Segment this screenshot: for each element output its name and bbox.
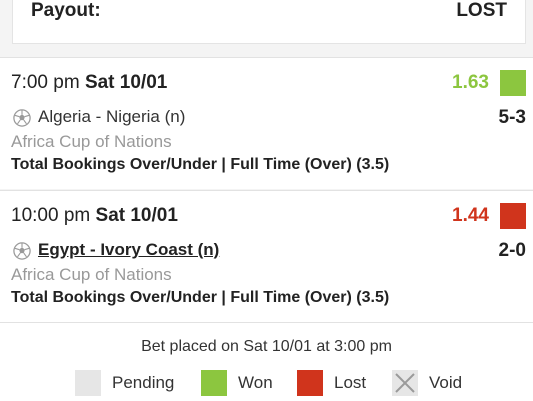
won-status-indicator [500,70,526,96]
competition-name: Africa Cup of Nations [11,265,172,284]
time-text: 10:00 pm [11,205,91,226]
legend-pending: Pending [75,370,174,396]
match-name: Algeria - Nigeria (n) [38,107,186,126]
time-text: 7:00 pm [11,72,80,93]
market-name: Total Bookings Over/Under | Full Time (O… [11,156,390,173]
lost-swatch [297,370,323,396]
selection-odds: 1.63 [452,72,489,93]
won-swatch [201,370,227,396]
payout-value: LOST [456,0,507,21]
date-text: Sat 10/01 [95,205,178,226]
legend-label: Lost [334,373,367,392]
selection-odds: 1.44 [452,205,489,226]
lost-status-indicator [500,203,526,229]
bet-placed-text: Bet placed on Sat 10/01 at 3:00 pm [141,338,392,355]
legend-label: Void [429,373,463,392]
payout-card: Payout: LOST [12,0,526,44]
competition-name: Africa Cup of Nations [11,132,172,151]
legend-void: Void [392,370,462,396]
pending-swatch [75,370,101,396]
soccer-ball-icon [13,109,31,127]
market-name: Total Bookings Over/Under | Full Time (O… [11,289,390,306]
bet-detail-page: Payout: LOST 7:00 pm Sat 10/01 1.63 Alge… [0,0,533,401]
x-icon [392,370,418,396]
match-link[interactable]: Egypt - Ivory Coast (n) [38,240,219,260]
payout-label: Payout: [31,0,101,21]
date-text: Sat 10/01 [84,72,168,93]
selection-row: 10:00 pm Sat 10/01 1.44 Egypt - Ivory Co… [0,190,533,322]
match-score: 5-3 [498,107,526,128]
bet-footer: Bet placed on Sat 10/01 at 3:00 pm Pendi… [0,322,533,401]
legend-label: Pending [112,373,175,392]
legend-won: Won [201,370,273,396]
selection-time: 7:00 pm Sat 10/01 [11,72,167,94]
legend-label: Won [238,373,273,392]
match-score: 2-0 [498,240,526,261]
selection-row: 7:00 pm Sat 10/01 1.63 Algeria - Nigeria… [0,57,533,189]
selection-time: 10:00 pm Sat 10/01 [11,205,178,227]
soccer-ball-icon [13,242,31,260]
legend-lost: Lost [297,370,366,396]
